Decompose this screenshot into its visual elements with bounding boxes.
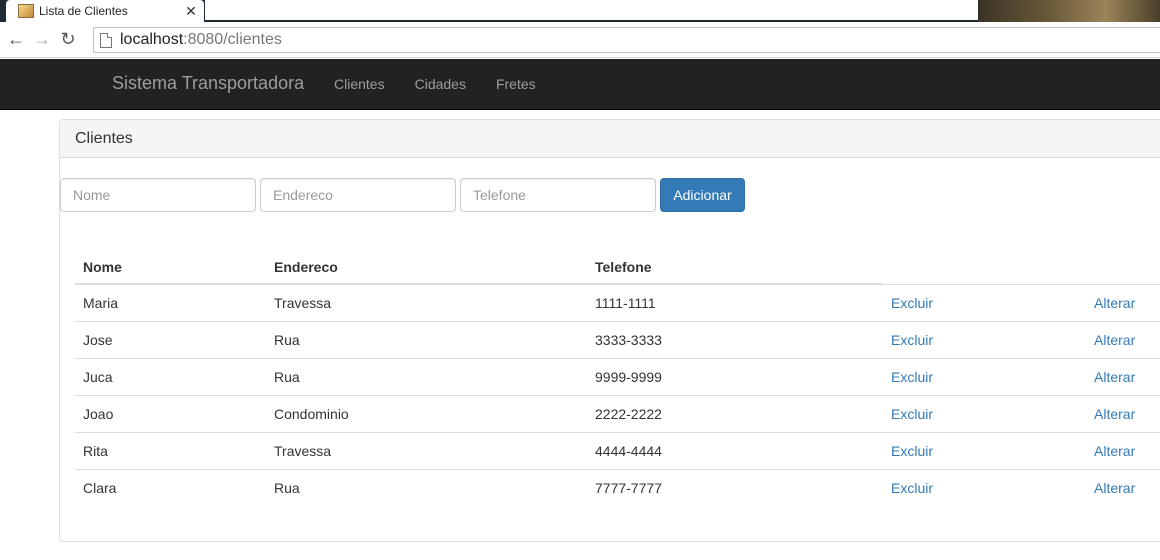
cell-nome: Clara: [75, 468, 266, 506]
nav-link-clientes[interactable]: Clientes: [334, 76, 385, 92]
header-nome: Nome: [75, 248, 266, 285]
tabstrip-blank-area: [205, 0, 978, 20]
back-arrow-icon[interactable]: ←: [3, 27, 29, 53]
table-row: Joao Condominio 2222-2222 Excluir Alterar: [75, 394, 1160, 432]
cell-nome: Rita: [75, 431, 266, 469]
cell-endereco: Rua: [266, 468, 587, 506]
url-host: localhost: [120, 31, 184, 48]
table-row: Maria Travessa 1111-1111 Excluir Alterar: [75, 283, 1160, 321]
nav-link-fretes[interactable]: Fretes: [496, 76, 536, 92]
panel-title: Clientes: [60, 120, 1160, 158]
cell-endereco: Condominio: [266, 394, 587, 432]
cell-nome: Joao: [75, 394, 266, 432]
cell-alterar: Alterar: [1086, 320, 1160, 358]
cell-alterar: Alterar: [1086, 431, 1160, 469]
cell-nome: Jose: [75, 320, 266, 358]
nome-input[interactable]: [60, 178, 256, 212]
header-endereco: Endereco: [266, 248, 587, 285]
alterar-link[interactable]: Alterar: [1094, 480, 1135, 496]
cell-endereco: Travessa: [266, 431, 587, 469]
navbar-links: Clientes Cidades Fretes: [334, 76, 566, 92]
excluir-link[interactable]: Excluir: [891, 406, 933, 422]
tab-title: Lista de Clientes: [39, 4, 128, 18]
table-row: Jose Rua 3333-3333 Excluir Alterar: [75, 320, 1160, 358]
cell-excluir: Excluir: [883, 468, 1086, 506]
cell-excluir: Excluir: [883, 283, 1086, 321]
telefone-input[interactable]: [460, 178, 656, 212]
cell-telefone: 7777-7777: [587, 468, 883, 506]
cell-endereco: Travessa: [266, 283, 587, 321]
cell-alterar: Alterar: [1086, 283, 1160, 321]
cell-telefone: 9999-9999: [587, 357, 883, 395]
alterar-link[interactable]: Alterar: [1094, 443, 1135, 459]
clientes-panel: Clientes Adicionar Nome Endereco Telefon…: [59, 119, 1160, 542]
cell-telefone: 2222-2222: [587, 394, 883, 432]
cell-excluir: Excluir: [883, 320, 1086, 358]
cell-endereco: Rua: [266, 320, 587, 358]
cell-alterar: Alterar: [1086, 357, 1160, 395]
alterar-link[interactable]: Alterar: [1094, 406, 1135, 422]
browser-tabstrip: Lista de Clientes ✕: [0, 0, 1160, 22]
reload-icon[interactable]: ↻: [55, 27, 81, 53]
cell-telefone: 3333-3333: [587, 320, 883, 358]
excluir-link[interactable]: Excluir: [891, 480, 933, 496]
excluir-link[interactable]: Excluir: [891, 332, 933, 348]
cell-excluir: Excluir: [883, 394, 1086, 432]
table-row: Juca Rua 9999-9999 Excluir Alterar: [75, 357, 1160, 395]
address-bar[interactable]: localhost:8080/clientes: [93, 27, 1160, 53]
favicon-icon: [18, 4, 34, 18]
cell-alterar: Alterar: [1086, 468, 1160, 506]
cell-telefone: 1111-1111: [587, 283, 883, 321]
header-blank-2: [1086, 248, 1160, 284]
alterar-link[interactable]: Alterar: [1094, 369, 1135, 385]
alterar-link[interactable]: Alterar: [1094, 295, 1135, 311]
table-row: Rita Travessa 4444-4444 Excluir Alterar: [75, 431, 1160, 469]
header-blank-1: [883, 248, 1086, 284]
endereco-input[interactable]: [260, 178, 456, 212]
add-client-form: Adicionar: [60, 178, 745, 212]
url-path: :8080/clientes: [183, 31, 282, 48]
clients-table: Nome Endereco Telefone Maria Travessa 1111…: [75, 248, 1160, 506]
cell-nome: Juca: [75, 357, 266, 395]
tab-close-icon[interactable]: ✕: [182, 3, 200, 20]
page-icon: [100, 32, 112, 48]
excluir-link[interactable]: Excluir: [891, 369, 933, 385]
tabstrip-background-image: [978, 0, 1160, 22]
cell-nome: Maria: [75, 283, 266, 321]
cell-telefone: 4444-4444: [587, 431, 883, 469]
browser-tab[interactable]: Lista de Clientes ✕: [6, 0, 204, 22]
navbar-brand[interactable]: Sistema Transportadora: [112, 73, 304, 94]
forward-arrow-icon[interactable]: →: [29, 27, 55, 53]
header-telefone: Telefone: [587, 248, 883, 285]
cell-excluir: Excluir: [883, 357, 1086, 395]
nav-link-cidades[interactable]: Cidades: [415, 76, 466, 92]
excluir-link[interactable]: Excluir: [891, 295, 933, 311]
cell-excluir: Excluir: [883, 431, 1086, 469]
adicionar-button[interactable]: Adicionar: [660, 178, 745, 212]
cell-endereco: Rua: [266, 357, 587, 395]
table-row: Clara Rua 7777-7777 Excluir Alterar: [75, 468, 1160, 506]
browser-toolbar: ← → ↻ localhost:8080/clientes: [0, 22, 1160, 58]
table-header-row: Nome Endereco Telefone: [75, 248, 1160, 285]
cell-alterar: Alterar: [1086, 394, 1160, 432]
excluir-link[interactable]: Excluir: [891, 443, 933, 459]
alterar-link[interactable]: Alterar: [1094, 332, 1135, 348]
app-navbar: Sistema Transportadora Clientes Cidades …: [0, 59, 1160, 110]
